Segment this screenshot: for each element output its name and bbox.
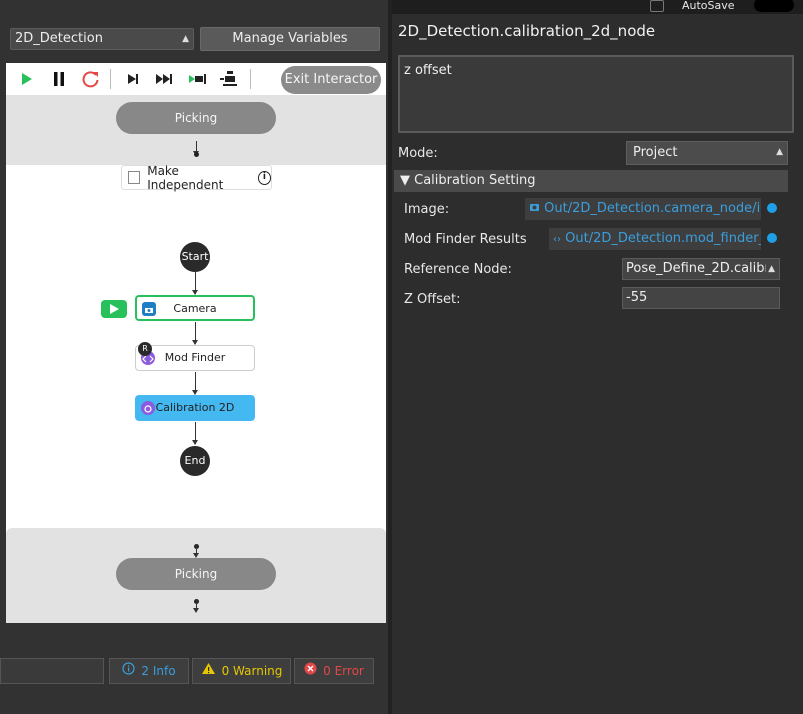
- arrow-icon: [193, 608, 199, 613]
- updown-arrow-icon: ▲: [776, 147, 783, 157]
- mod-finder-results-label: Mod Finder Results: [404, 232, 527, 247]
- info-filter-button[interactable]: 2 Info: [109, 658, 189, 684]
- error-count: 0 Error: [323, 664, 364, 678]
- node-label: Calibration 2D: [155, 401, 235, 414]
- node-label: Camera: [173, 302, 217, 315]
- arrow-icon: [192, 440, 198, 445]
- log-filter-field[interactable]: [0, 658, 104, 684]
- collapse-triangle-icon: ▼: [400, 173, 410, 188]
- camera-node[interactable]: Camera: [135, 295, 255, 321]
- flow-select[interactable]: 2D_Detection ▲: [10, 28, 194, 50]
- mode-value: Project: [633, 145, 678, 160]
- calibration-setting-header[interactable]: ▼ Calibration Setting: [394, 170, 788, 192]
- manage-variables-button[interactable]: Manage Variables: [200, 27, 380, 51]
- node-label: Mod Finder: [164, 351, 226, 364]
- mod-finder-value: Out/2D_Detection.mod_finder_noc: [565, 231, 761, 246]
- image-link-field[interactable]: Out/2D_Detection.camera_node/imag: [525, 198, 761, 220]
- node-title: 2D_Detection.calibration_2d_node: [398, 22, 656, 40]
- info-count: 2 Info: [141, 664, 176, 678]
- autosave-toggle[interactable]: [754, 0, 794, 12]
- mod-finder-link-field[interactable]: ‹› Out/2D_Detection.mod_finder_noc: [549, 228, 761, 250]
- step-icon[interactable]: [122, 69, 144, 89]
- step-into-icon[interactable]: [187, 69, 209, 89]
- checkbox-icon[interactable]: [128, 171, 141, 184]
- pause-icon[interactable]: [48, 69, 70, 89]
- run-node-button[interactable]: [101, 300, 127, 318]
- connection-dot-icon[interactable]: [767, 203, 777, 213]
- fast-forward-icon[interactable]: [154, 69, 176, 89]
- mode-select[interactable]: Project ▲: [626, 141, 788, 165]
- mode-label: Mode:: [398, 146, 438, 161]
- camera-icon: [142, 302, 156, 316]
- connection-dot-icon[interactable]: [767, 233, 777, 243]
- top-bar: AutoSave: [392, 0, 803, 14]
- reference-node-select[interactable]: Pose_Define_2D.calibr ▲: [622, 258, 780, 280]
- warning-filter-button[interactable]: 0 Warning: [192, 658, 291, 684]
- play-icon[interactable]: [16, 69, 38, 89]
- end-node[interactable]: End: [180, 446, 210, 476]
- calibration-icon: [141, 401, 155, 415]
- warning-count: 0 Warning: [221, 664, 283, 678]
- section-title: Calibration Setting: [414, 173, 536, 188]
- properties-panel: AutoSave 2D_Detection.calibration_2d_nod…: [388, 0, 803, 714]
- toolbar-divider: [250, 69, 251, 89]
- interactor-toolbar: Exit Interactor: [6, 63, 386, 95]
- updown-arrow-icon: ▲: [766, 259, 775, 279]
- image-value: Out/2D_Detection.camera_node/imag: [544, 201, 761, 216]
- error-icon: [304, 659, 317, 683]
- flow-canvas[interactable]: Exit Interactor Picking Make Independent…: [6, 63, 386, 623]
- toolbar-divider: [110, 69, 111, 89]
- image-label: Image:: [404, 202, 450, 217]
- picking-node-top[interactable]: Picking: [116, 102, 276, 134]
- error-filter-button[interactable]: 0 Error: [294, 658, 374, 684]
- flow-select-value: 2D_Detection: [15, 31, 103, 46]
- log-status-bar: 2 Info 0 Warning 0 Error: [0, 655, 388, 687]
- info-icon[interactable]: i: [257, 170, 271, 185]
- reference-node-label: Reference Node:: [404, 262, 512, 277]
- warning-icon: [201, 659, 216, 683]
- z-offset-label: Z Offset:: [404, 292, 461, 307]
- restart-icon[interactable]: [80, 69, 102, 89]
- make-independent-checkbox[interactable]: Make Independent i: [121, 163, 272, 192]
- info-circle-icon: [122, 659, 136, 683]
- start-node[interactable]: Start: [180, 242, 210, 272]
- r-badge: R: [138, 342, 152, 356]
- flow-editor-panel: 2D_Detection ▲ Manage Variables Exit Int…: [0, 0, 388, 714]
- updown-arrow-icon: ▲: [182, 34, 189, 44]
- autosave-label: AutoSave: [682, 0, 735, 12]
- exit-interactor-button[interactable]: Exit Interactor: [281, 66, 381, 94]
- make-independent-label: Make Independent: [147, 163, 224, 192]
- reference-node-value: Pose_Define_2D.calibr: [626, 261, 770, 276]
- save-icon[interactable]: [650, 0, 664, 12]
- mod-finder-node[interactable]: Mod Finder: [135, 345, 255, 371]
- connector-dot: [194, 152, 199, 157]
- step-over-icon[interactable]: [219, 69, 241, 89]
- node-description-field[interactable]: z offset: [398, 55, 794, 133]
- z-offset-input[interactable]: -55: [622, 287, 780, 309]
- picking-node-bottom[interactable]: Picking: [116, 558, 276, 590]
- code-small-icon: ‹›: [553, 234, 561, 245]
- camera-small-icon: [529, 201, 544, 216]
- calibration-2d-node[interactable]: Calibration 2D: [135, 395, 255, 421]
